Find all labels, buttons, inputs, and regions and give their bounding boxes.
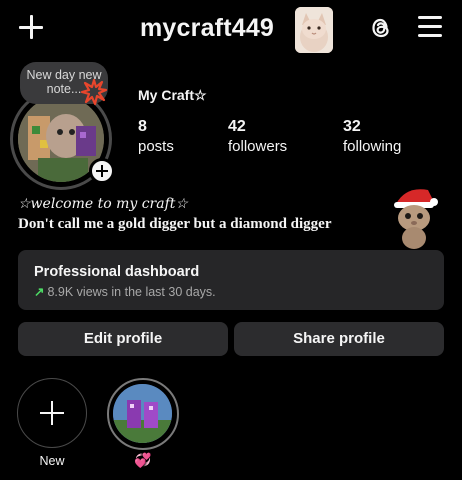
stat-posts[interactable]: 8 posts	[138, 118, 174, 158]
posts-label: posts	[138, 138, 174, 155]
posts-count: 8	[138, 118, 147, 135]
following-count: 32	[343, 118, 361, 135]
add-story-plus-icon[interactable]	[89, 158, 115, 184]
stat-followers[interactable]: 42 followers	[228, 118, 287, 158]
highlight-item[interactable]	[107, 378, 179, 450]
dashboard-title: Professional dashboard	[34, 264, 200, 280]
create-plus-icon[interactable]	[18, 14, 44, 40]
trend-up-arrow-icon: ↗	[34, 285, 45, 299]
highlight-label: 💞	[134, 452, 152, 468]
professional-dashboard-card[interactable]: Professional dashboard ↗ 8.9K views in th…	[18, 250, 444, 310]
stat-following[interactable]: 32 following	[343, 118, 401, 158]
new-highlight-button[interactable]	[17, 378, 87, 448]
dashboard-views-text: 8.9K views in the last 30 days.	[47, 285, 216, 299]
edit-profile-button[interactable]: Edit profile	[18, 322, 228, 356]
bio-line-1: ☆welcome to my craft☆	[18, 196, 188, 212]
hamburger-menu-icon[interactable]	[418, 16, 442, 38]
cat-sticker-image	[295, 7, 333, 53]
display-name: My Craft☆	[138, 87, 207, 103]
share-profile-button[interactable]: Share profile	[234, 322, 444, 356]
bio-line-2: Don't call me a gold digger but a diamon…	[18, 216, 332, 232]
username-title[interactable]: mycraft449	[140, 14, 274, 43]
followers-label: followers	[228, 138, 288, 155]
following-label: following	[343, 138, 402, 155]
top-bar: mycraft449	[0, 0, 462, 58]
dashboard-subtitle: ↗ 8.9K views in the last 30 days.	[34, 284, 216, 299]
burst-icon	[80, 78, 108, 106]
highlight-cover-image	[113, 384, 172, 443]
threads-icon[interactable]	[369, 16, 393, 40]
followers-count: 42	[228, 118, 246, 135]
santa-cat-sticker	[388, 184, 440, 250]
new-highlight-label: New	[39, 454, 65, 468]
